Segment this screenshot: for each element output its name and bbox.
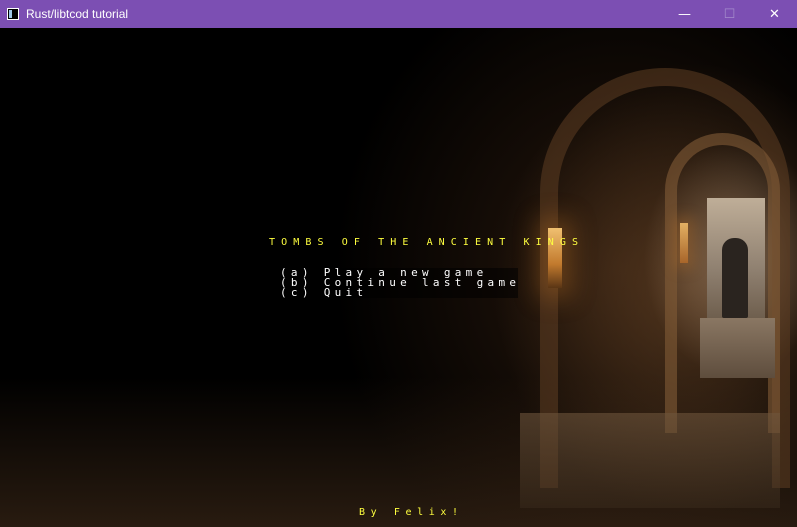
shadow-figure	[722, 238, 748, 318]
maximize-button[interactable]: ☐	[707, 0, 752, 28]
app-window: Rust/libtcod tutorial — ☐ ✕ TOMBS OF THE…	[0, 0, 797, 527]
main-menu: (a) Play a new game (b) Continue last ga…	[280, 267, 518, 298]
credit-text: By Felix!	[359, 507, 464, 518]
torch-icon	[680, 223, 688, 263]
app-icon	[7, 8, 19, 20]
title-bar[interactable]: Rust/libtcod tutorial — ☐ ✕	[0, 0, 797, 28]
menu-item-quit[interactable]: (c) Quit	[280, 287, 518, 298]
game-title: TOMBS OF THE ANCIENT KINGS	[269, 237, 585, 248]
window-title: Rust/libtcod tutorial	[26, 7, 129, 21]
stone-steps	[700, 318, 775, 378]
close-button[interactable]: ✕	[752, 0, 797, 28]
minimize-button[interactable]: —	[662, 0, 707, 28]
corridor-floor	[520, 413, 780, 508]
game-canvas[interactable]: TOMBS OF THE ANCIENT KINGS (a) Play a ne…	[0, 28, 797, 527]
window-controls: — ☐ ✕	[662, 0, 797, 28]
